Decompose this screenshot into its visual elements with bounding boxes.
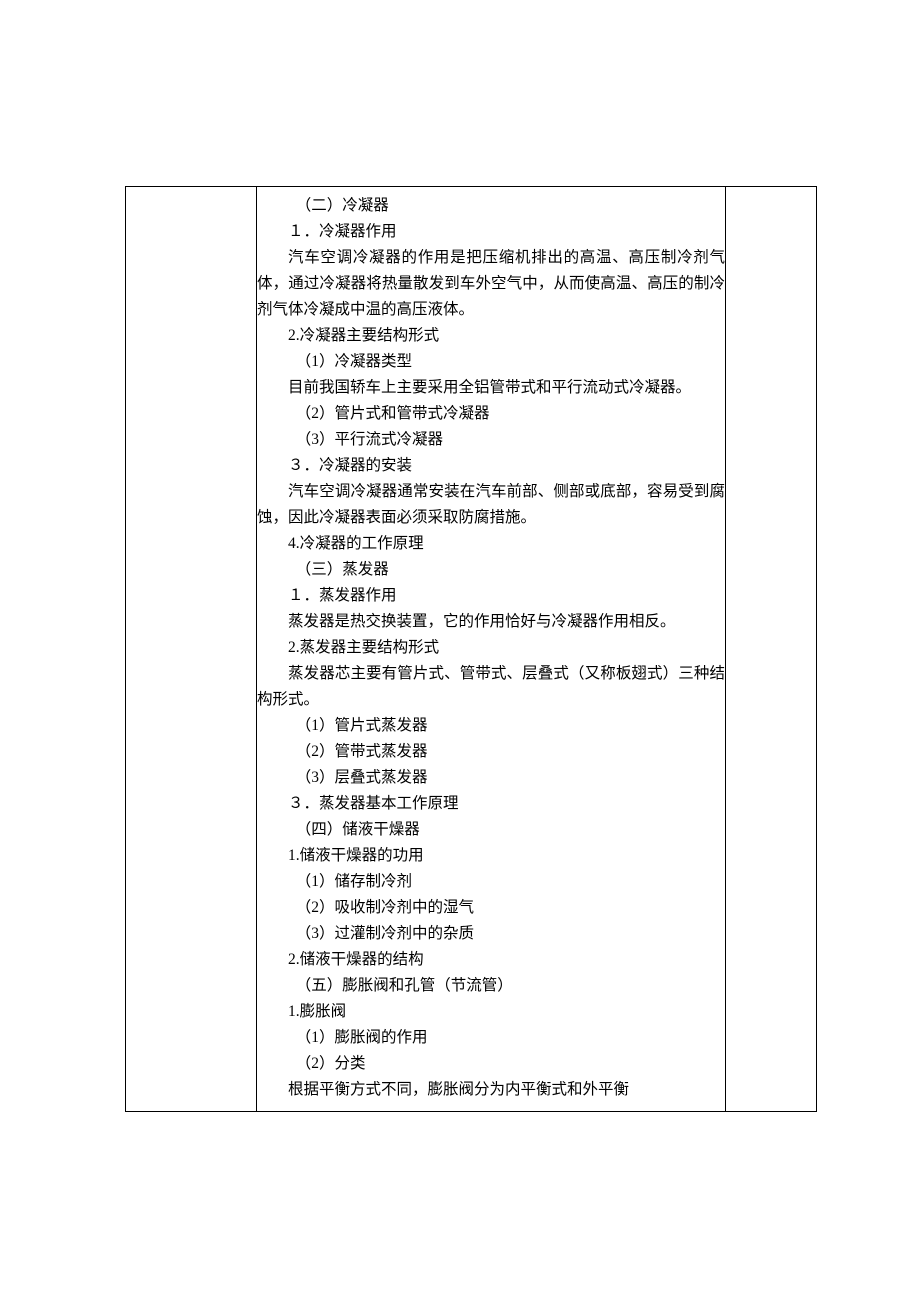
para-condenser-install: 汽车空调冷凝器通常安装在汽车前部、侧部或底部，容易受到腐蚀，因此冷凝器表面必须采…: [257, 479, 725, 531]
subitem-evap-tubefin: （1）管片式蒸发器: [257, 713, 725, 739]
body-text: （二）冷凝器 １．冷凝器作用 汽车空调冷凝器的作用是把压缩机排出的高温、高压制冷…: [257, 187, 725, 1111]
subitem-valve-function: （1）膨胀阀的作用: [257, 1025, 725, 1051]
item-condenser-function: １．冷凝器作用: [257, 219, 725, 245]
table-col-right: [726, 187, 817, 1112]
document-page: （二）冷凝器 １．冷凝器作用 汽车空调冷凝器的作用是把压缩机排出的高温、高压制冷…: [0, 0, 920, 1301]
item-evap-structure: 2.蒸发器主要结构形式: [257, 635, 725, 661]
table-col-content: （二）冷凝器 １．冷凝器作用 汽车空调冷凝器的作用是把压缩机排出的高温、高压制冷…: [257, 187, 726, 1112]
item-evap-function: １．蒸发器作用: [257, 583, 725, 609]
heading-evaporator: （三）蒸发器: [257, 557, 725, 583]
subitem-evap-tubebelt: （2）管带式蒸发器: [257, 739, 725, 765]
para-condenser-type: 目前我国轿车上主要采用全铝管带式和平行流动式冷凝器。: [257, 375, 725, 401]
para-evap-function: 蒸发器是热交换装置，它的作用恰好与冷凝器作用相反。: [257, 609, 725, 635]
para-condenser-function: 汽车空调冷凝器的作用是把压缩机排出的高温、高压制冷剂气体，通过冷凝器将热量散发到…: [257, 245, 725, 323]
item-condenser-structure: 2.冷凝器主要结构形式: [257, 323, 725, 349]
layout-table: （二）冷凝器 １．冷凝器作用 汽车空调冷凝器的作用是把压缩机排出的高温、高压制冷…: [125, 186, 817, 1112]
para-evap-structure: 蒸发器芯主要有管片式、管带式、层叠式（又称板翅式）三种结构形式。: [257, 661, 725, 713]
heading-receiver-drier: （四）储液干燥器: [257, 817, 725, 843]
para-valve-classify: 根据平衡方式不同，膨胀阀分为内平衡式和外平衡: [257, 1077, 725, 1103]
subitem-drier-absorb: （2）吸收制冷剂中的湿气: [257, 895, 725, 921]
subitem-tubefin: （2）管片式和管带式冷凝器: [257, 401, 725, 427]
subitem-parallelflow: （3）平行流式冷凝器: [257, 427, 725, 453]
heading-expansion-valve: （五）膨胀阀和孔管（节流管）: [257, 973, 725, 999]
item-drier-function: 1.储液干燥器的功用: [257, 843, 725, 869]
item-condenser-principle: 4.冷凝器的工作原理: [257, 531, 725, 557]
subitem-evap-laminate: （3）层叠式蒸发器: [257, 765, 725, 791]
subitem-drier-filter: （3）过灌制冷剂中的杂质: [257, 921, 725, 947]
subitem-drier-store: （1）储存制冷剂: [257, 869, 725, 895]
item-evap-principle: ３．蒸发器基本工作原理: [257, 791, 725, 817]
item-condenser-install: ３．冷凝器的安装: [257, 453, 725, 479]
heading-condenser: （二）冷凝器: [257, 193, 725, 219]
table-col-left: [126, 187, 257, 1112]
item-drier-structure: 2.储液干燥器的结构: [257, 947, 725, 973]
item-expansion-valve: 1.膨胀阀: [257, 999, 725, 1025]
subitem-valve-classify: （2）分类: [257, 1051, 725, 1077]
subitem-condenser-type: （1）冷凝器类型: [257, 349, 725, 375]
